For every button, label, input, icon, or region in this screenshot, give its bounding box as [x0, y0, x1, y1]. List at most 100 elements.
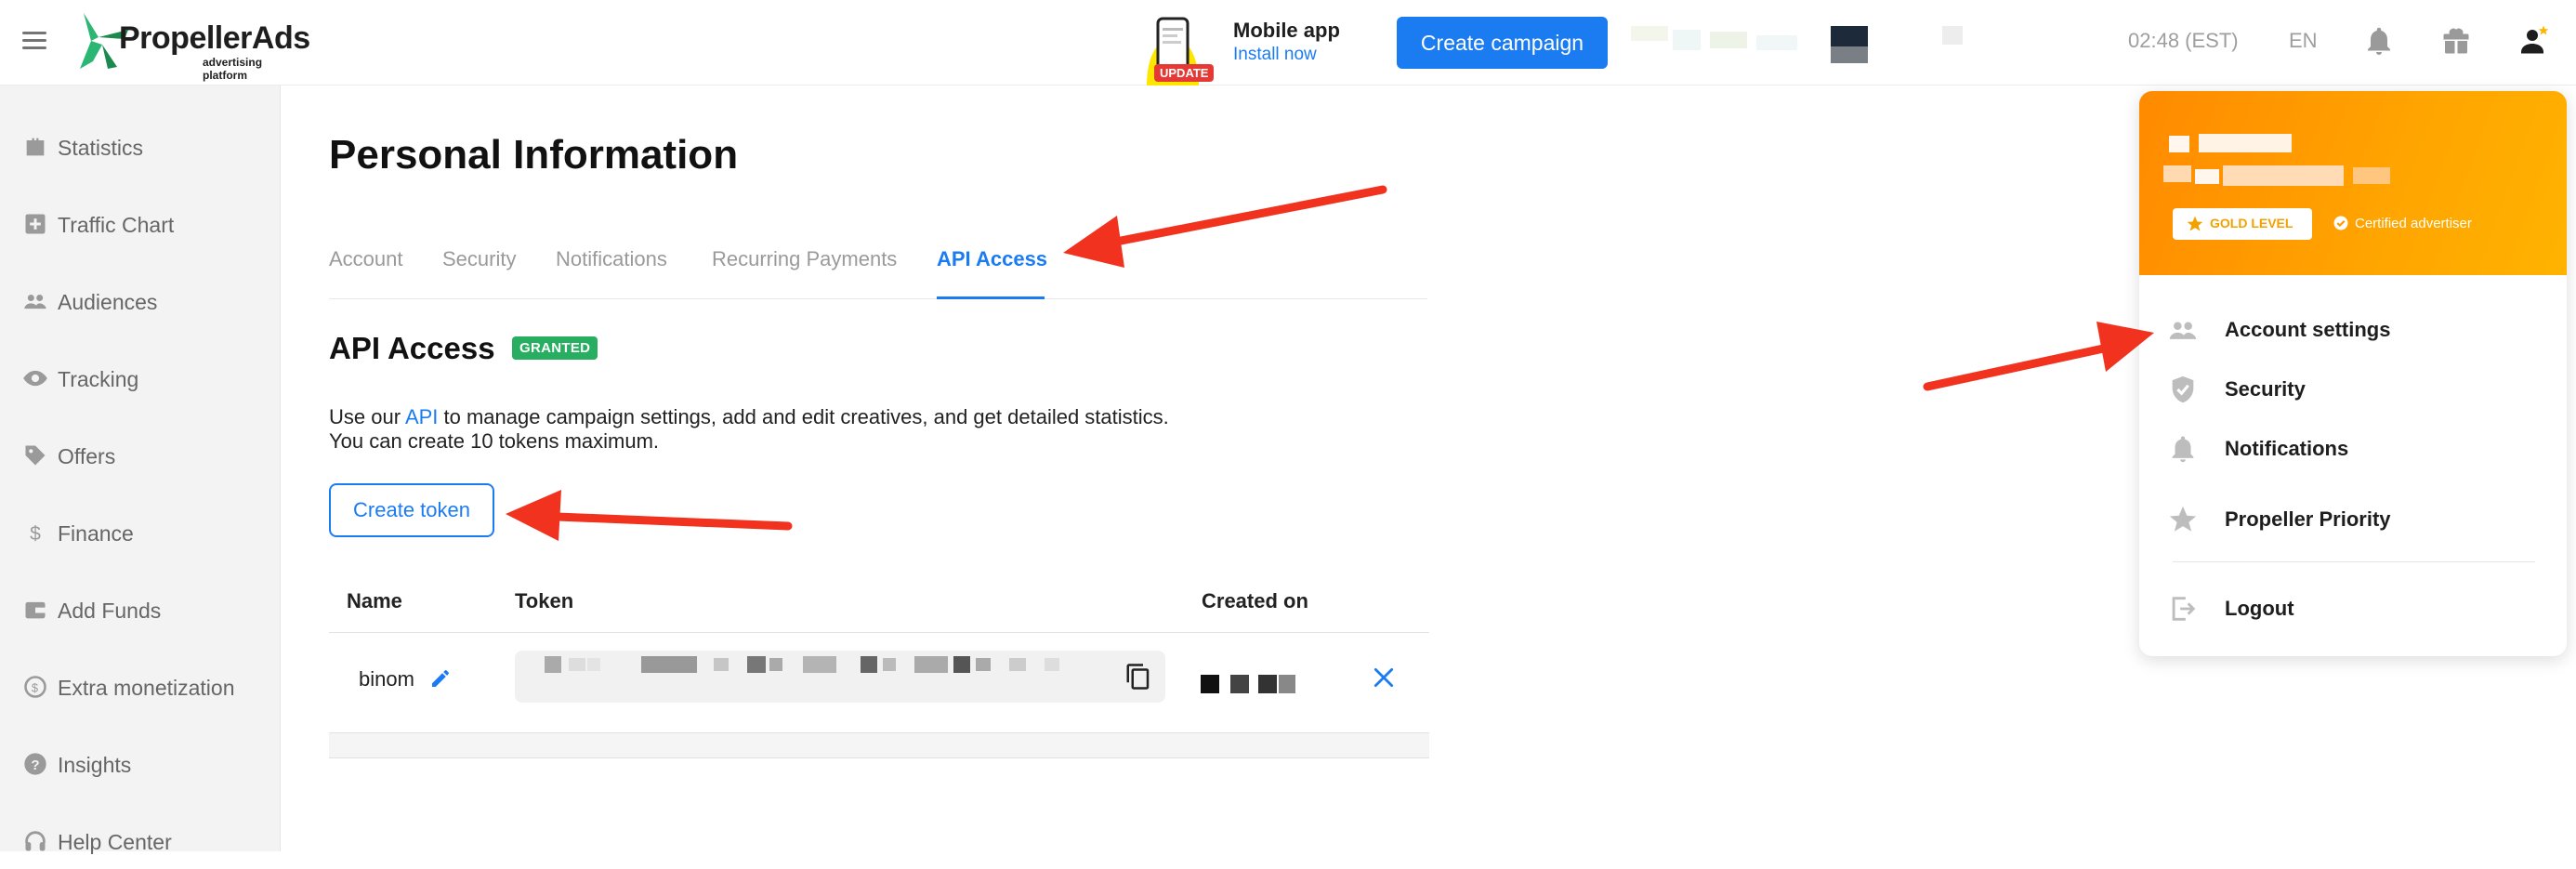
tag-icon — [25, 445, 46, 466]
status-badge: GRANTED — [512, 336, 598, 360]
column-header-created-on: Created on — [1202, 589, 1308, 612]
sidebar-item-audiences[interactable]: Audiences — [0, 273, 281, 329]
delete-x-icon[interactable] — [1372, 665, 1396, 690]
top-header: PropellerAds advertising platform UPDATE… — [0, 0, 2576, 86]
token-value-field[interactable] — [515, 651, 1165, 703]
menu-divider — [2173, 561, 2535, 562]
bell-icon — [2172, 436, 2194, 463]
tab-api-access[interactable]: API Access — [937, 247, 1047, 271]
people-icon — [24, 295, 46, 309]
api-description: Use our API to manage campaign settings,… — [329, 405, 1169, 429]
dollar-icon: $ — [30, 523, 41, 545]
sidebar-item-label: Offers — [58, 444, 116, 468]
sidebar-item-label: Tracking — [58, 367, 139, 391]
menu-item-label: Account settings — [2225, 318, 2391, 341]
headset-icon — [25, 831, 46, 851]
refresh-coin-icon: $ — [24, 676, 46, 698]
copy-icon[interactable] — [1124, 662, 1152, 691]
eye-icon — [23, 370, 47, 387]
sidebar-item-label: Audiences — [58, 290, 158, 314]
svg-text:?: ? — [31, 757, 39, 773]
token-name: binom — [359, 667, 414, 691]
gold-level-badge: GOLD LEVEL — [2173, 208, 2312, 240]
tokens-table: Name Token Created on binom — [329, 576, 1429, 758]
check-circle-icon — [2333, 216, 2348, 230]
mobile-app-title: Mobile app — [1233, 19, 1340, 42]
people-icon — [2169, 322, 2197, 339]
arrow-to-create-token — [506, 490, 793, 541]
language-selector[interactable]: EN — [2289, 29, 2318, 53]
hamburger-menu-icon[interactable] — [22, 32, 46, 50]
settings-tabs: Account Security Notifications Recurring… — [329, 244, 1427, 299]
sidebar-item-label: Insights — [58, 753, 132, 777]
sidebar-item-help-center[interactable]: Help Center — [0, 813, 281, 869]
account-dropdown-menu: GOLD LEVEL Certified advertiser Account … — [2139, 91, 2567, 656]
table-divider — [329, 632, 1429, 633]
column-header-token: Token — [515, 589, 574, 612]
svg-text:$: $ — [32, 680, 38, 694]
section-title: API Access — [329, 331, 495, 365]
update-badge: UPDATE — [1154, 64, 1215, 82]
edit-pencil-icon[interactable] — [429, 667, 452, 690]
menu-item-label: Propeller Priority — [2225, 507, 2391, 531]
clock-time: 02:48 (EST) — [2128, 29, 2239, 52]
user-account-icon[interactable] — [2516, 24, 2549, 58]
tab-account[interactable]: Account — [329, 247, 403, 271]
sidebar-item-label: Finance — [58, 521, 134, 546]
mobile-app-promo[interactable]: UPDATE Mobile app Install now — [1136, 11, 1349, 86]
sidebar-item-label: Add Funds — [58, 599, 162, 623]
sidebar-item-offers[interactable]: Offers — [0, 428, 281, 483]
star-icon — [2187, 216, 2203, 231]
menu-item-security[interactable]: Security — [2167, 364, 2539, 413]
description-text: Use our — [329, 405, 405, 428]
create-token-button[interactable]: Create token — [329, 483, 494, 537]
logout-icon — [2172, 597, 2196, 621]
menu-item-label: Security — [2225, 377, 2306, 401]
description-text: to manage campaign settings, add and edi… — [438, 405, 1169, 428]
certified-label: Certified advertiser — [2355, 216, 2472, 231]
column-header-name: Name — [347, 589, 402, 612]
menu-item-account-settings[interactable]: Account settings — [2167, 305, 2539, 353]
arrow-to-account-settings — [1923, 322, 2154, 391]
chart-plus-icon — [25, 214, 46, 234]
sidebar-item-tracking[interactable]: Tracking — [0, 350, 281, 406]
api-link[interactable]: API — [405, 405, 438, 428]
briefcase-icon — [26, 138, 45, 156]
wallet-icon — [25, 601, 46, 619]
logo-tagline: advertising platform — [203, 56, 263, 82]
sidebar-item-label: Extra monetization — [58, 676, 235, 700]
sidebar-item-traffic-chart[interactable]: Traffic Chart — [0, 196, 281, 252]
tab-recurring-payments[interactable]: Recurring Payments — [712, 247, 897, 271]
menu-item-logout[interactable]: Logout — [2167, 584, 2539, 632]
bell-icon[interactable] — [2362, 24, 2396, 58]
menu-item-label: Notifications — [2225, 437, 2349, 460]
svg-text:$: $ — [30, 523, 41, 545]
sidebar-item-extra-monetization[interactable]: $ Extra monetization — [0, 659, 281, 715]
level-label: GOLD LEVEL — [2210, 216, 2293, 230]
install-now-link[interactable]: Install now — [1233, 45, 1317, 65]
menu-item-propeller-priority[interactable]: Propeller Priority — [2167, 494, 2539, 543]
create-campaign-button[interactable]: Create campaign — [1397, 17, 1608, 69]
shield-check-icon — [2172, 375, 2194, 403]
gift-icon[interactable] — [2439, 24, 2473, 58]
tab-notifications[interactable]: Notifications — [556, 247, 667, 271]
star-icon — [2169, 506, 2197, 532]
sidebar-item-add-funds[interactable]: Add Funds — [0, 582, 281, 638]
account-banner: GOLD LEVEL Certified advertiser — [2139, 91, 2567, 275]
tab-security[interactable]: Security — [442, 247, 516, 271]
propellerads-logo[interactable]: PropellerAds advertising platform — [71, 9, 310, 82]
menu-item-notifications[interactable]: Notifications — [2167, 424, 2539, 472]
sidebar-nav: Statistics Traffic Chart Audiences Track… — [0, 86, 281, 854]
menu-item-label: Logout — [2225, 597, 2294, 620]
sidebar-item-statistics[interactable]: Statistics — [0, 119, 281, 175]
token-limit-note: You can create 10 tokens maximum. — [329, 429, 660, 453]
logo-name: PropellerAds — [119, 20, 310, 56]
active-tab-indicator — [937, 296, 1045, 299]
sidebar-item-label: Traffic Chart — [58, 213, 175, 237]
table-footer — [329, 732, 1429, 758]
question-circle-icon: ? — [24, 753, 46, 775]
page-title: Personal Information — [329, 132, 739, 178]
sidebar-item-insights[interactable]: ? Insights — [0, 736, 281, 792]
sidebar-item-finance[interactable]: $ Finance — [0, 505, 281, 560]
sidebar-item-label: Statistics — [58, 136, 144, 160]
